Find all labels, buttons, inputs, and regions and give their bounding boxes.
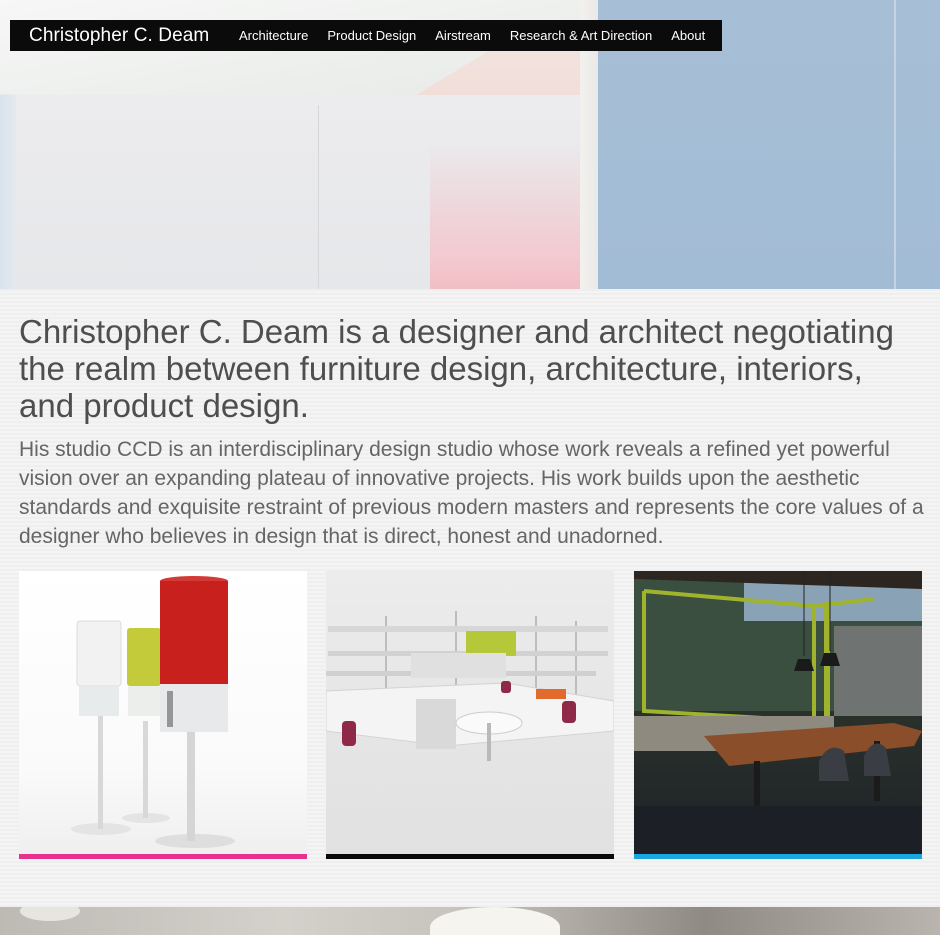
project-tile-office[interactable] <box>326 571 614 859</box>
tile-accent-black <box>326 854 614 859</box>
next-section-image <box>0 907 940 935</box>
main-nav: Architecture Product Design Airstream Re… <box>239 28 705 43</box>
brand-link[interactable]: Christopher C. Deam <box>29 25 239 47</box>
tile-accent-blue <box>634 854 922 859</box>
hero-wall-seam <box>318 105 319 289</box>
tile-accent-pink <box>19 854 307 859</box>
intro-headline: Christopher C. Deam is a designer and ar… <box>19 313 894 424</box>
project-tile-dining[interactable] <box>634 571 922 859</box>
hero-blue-seam <box>894 0 896 289</box>
nav-product-design[interactable]: Product Design <box>327 28 416 43</box>
intro-bio: His studio CCD is an interdisciplinary d… <box>19 438 924 548</box>
nav-airstream[interactable]: Airstream <box>435 28 491 43</box>
hero-left-edge <box>0 95 16 289</box>
top-navbar: Christopher C. Deam Architecture Product… <box>10 20 722 51</box>
nav-research-art-direction[interactable]: Research & Art Direction <box>510 28 652 43</box>
project-tiles <box>19 571 922 859</box>
hero-pink-wall <box>430 140 580 289</box>
ceiling-light-left <box>20 907 80 921</box>
dining-photo <box>634 571 922 854</box>
office-photo <box>326 571 614 854</box>
nav-architecture[interactable]: Architecture <box>239 28 308 43</box>
ceiling-light-center <box>430 907 560 935</box>
nav-about[interactable]: About <box>671 28 705 43</box>
project-tile-lamps[interactable] <box>19 571 307 859</box>
intro-section: Christopher C. Deam is a designer and ar… <box>0 289 940 907</box>
lamps-photo <box>19 571 307 854</box>
